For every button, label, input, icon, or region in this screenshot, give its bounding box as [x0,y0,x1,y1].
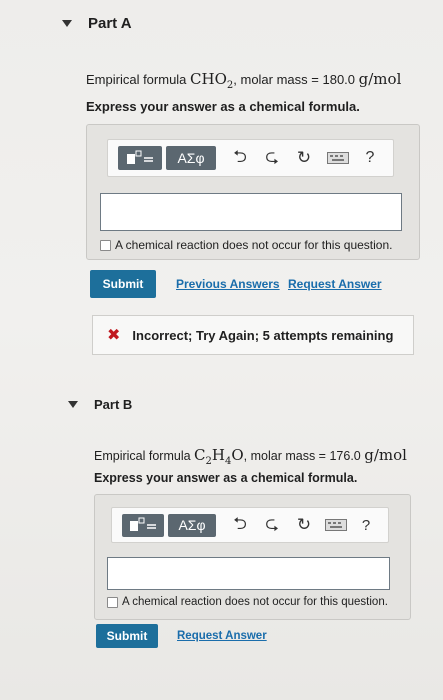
help-button[interactable]: ? [358,517,374,534]
part-a-problem: Empirical formula CHO2, molar mass = 180… [86,70,402,91]
part-a-feedback: ✖ Incorrect; Try Again; 5 attempts remai… [92,315,414,355]
redo-icon[interactable]: ⮎ [262,511,282,540]
part-a-request-answer-link[interactable]: Request Answer [288,277,382,291]
reset-icon[interactable]: ↻ [294,148,314,168]
part-b-math-toolbar: ΑΣφ ⮌ ⮎ ↻ ? [111,507,389,543]
keyboard-icon[interactable] [326,152,350,164]
no-reaction-checkbox[interactable] [100,239,111,251]
part-a-header[interactable]: Part A [62,15,132,32]
collapse-triangle-icon[interactable] [68,401,78,408]
undo-icon[interactable]: ⮌ [230,511,250,540]
previous-answers-link[interactable]: Previous Answers [176,277,280,291]
greek-symbols-button[interactable]: ΑΣφ [166,146,216,170]
part-b-answer-input[interactable] [107,557,390,590]
part-b-request-answer-link[interactable]: Request Answer [177,630,267,642]
part-b-no-reaction-option[interactable]: A chemical reaction does not occur for t… [107,596,388,608]
redo-icon[interactable]: ⮎ [262,144,282,173]
no-reaction-checkbox[interactable] [107,596,118,608]
part-a-answer-box: ΑΣφ ⮌ ⮎ ↻ ? A chemical reaction does not… [86,124,420,260]
templates-button[interactable] [122,513,164,537]
collapse-triangle-icon[interactable] [62,20,72,27]
part-a-submit-button[interactable]: Submit [90,270,156,298]
part-b-submit-button[interactable]: Submit [96,624,158,648]
incorrect-x-icon: ✖ [107,327,121,344]
templates-icon [130,517,156,531]
part-a-no-reaction-option[interactable]: A chemical reaction does not occur for t… [100,238,392,252]
part-a-instruction: Express your answer as a chemical formul… [86,99,360,114]
part-b-title: Part B [94,397,133,412]
part-b-instruction: Express your answer as a chemical formul… [94,471,358,485]
part-a-math-toolbar: ΑΣφ ⮌ ⮎ ↻ ? [107,139,394,177]
reset-icon[interactable]: ↻ [294,515,314,535]
part-a-title: Part A [88,15,132,32]
part-b-answer-box: ΑΣφ ⮌ ⮎ ↻ ? A chemical reaction does not… [94,494,411,620]
part-b-header[interactable]: Part B [68,397,132,412]
part-b-problem: Empirical formula C2H4O, molar mass = 17… [94,446,407,467]
part-a-answer-input[interactable] [100,193,402,231]
templates-button[interactable] [118,146,162,170]
templates-icon [127,150,153,164]
greek-symbols-button[interactable]: ΑΣφ [168,513,216,537]
keyboard-icon[interactable] [324,519,348,531]
undo-icon[interactable]: ⮌ [230,144,250,173]
help-button[interactable]: ? [362,149,378,167]
